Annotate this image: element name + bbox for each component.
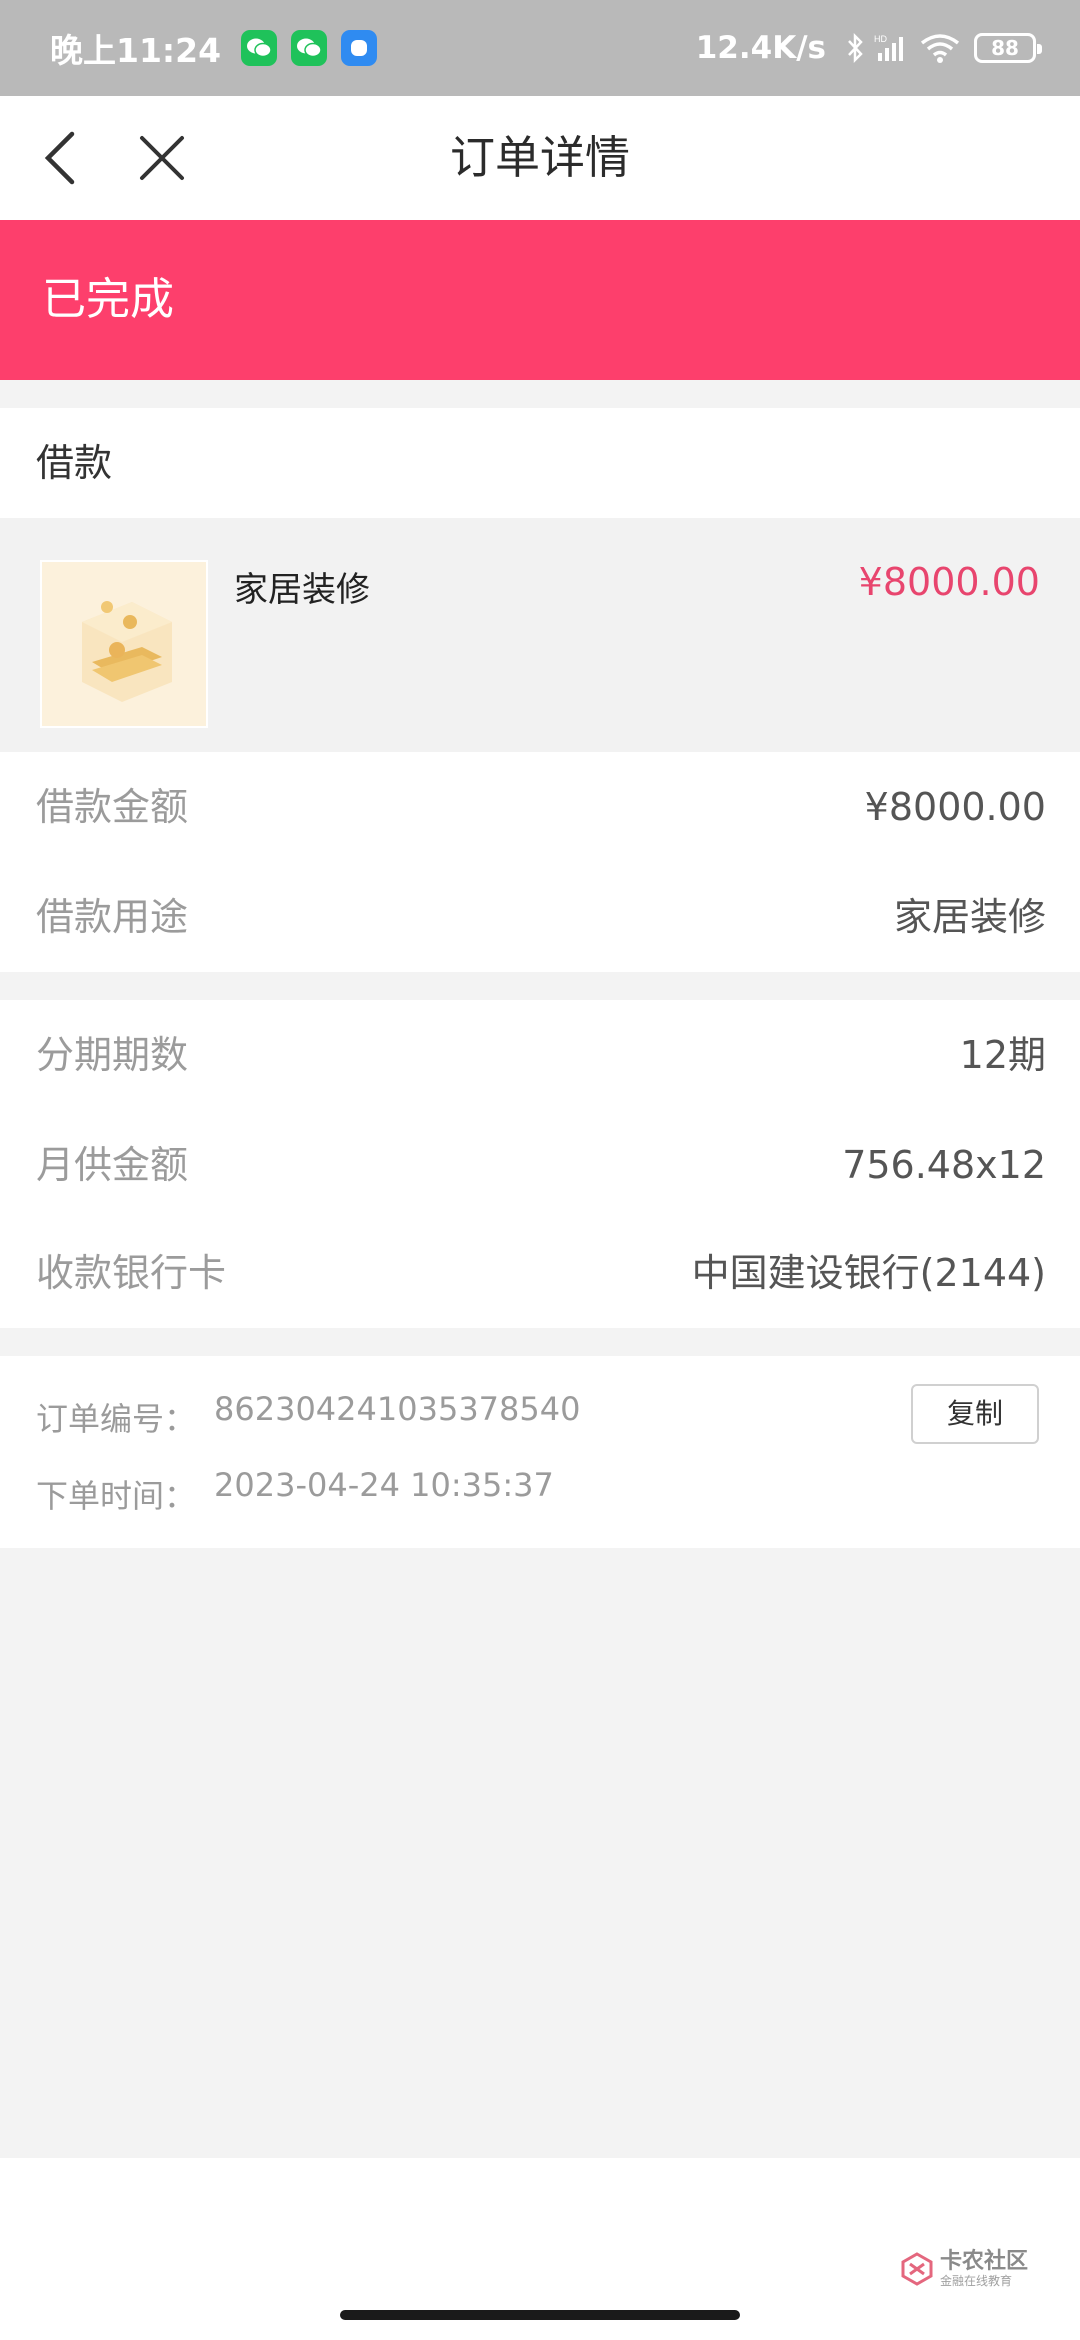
installment-periods-label: 分期期数 bbox=[36, 1033, 189, 1077]
signal-icon: HD bbox=[874, 33, 910, 63]
loan-section-title: 借款 bbox=[36, 441, 113, 485]
detail-row-monthly: 月供金额 756.48x12 bbox=[0, 1110, 1080, 1220]
loan-details-section: 借款金额 ¥8000.00 借款用途 家居装修 bbox=[0, 752, 1080, 972]
order-time-label: 下单时间： bbox=[36, 1477, 197, 1515]
order-status-text: 已完成 bbox=[42, 274, 174, 325]
detail-row-purpose: 借款用途 家居装修 bbox=[0, 862, 1080, 972]
status-bar: 晚上11:24 12.4K/s HD 88 bbox=[0, 0, 1080, 96]
svg-text:HD: HD bbox=[874, 34, 887, 44]
status-bar-right: 12.4K/s HD 88 bbox=[695, 30, 1042, 66]
copy-button[interactable]: 复制 bbox=[911, 1384, 1039, 1444]
monthly-payment-value: 756.48x12 bbox=[842, 1143, 1046, 1187]
detail-row-amount: 借款金额 ¥8000.00 bbox=[0, 752, 1080, 862]
loan-purpose-value: 家居装修 bbox=[893, 895, 1046, 939]
watermark-text: 卡农社区 金融在线教育 bbox=[940, 2249, 1029, 2289]
loan-product-card[interactable]: 家居装修 ¥8000.00 bbox=[0, 518, 1080, 752]
order-time-value: 2023-04-24 10:35:37 bbox=[214, 1466, 554, 1504]
home-indicator[interactable] bbox=[340, 2310, 740, 2320]
repayment-details-section: 分期期数 12期 月供金额 756.48x12 收款银行卡 中国建设银行(214… bbox=[0, 1000, 1080, 1328]
detail-row-bank: 收款银行卡 中国建设银行(2144) bbox=[0, 1218, 1080, 1328]
watermark-subtitle: 金融在线教育 bbox=[940, 2274, 1013, 2288]
kanong-logo-icon bbox=[901, 2252, 933, 2286]
product-thumbnail bbox=[40, 560, 208, 728]
product-name: 家居装修 bbox=[234, 570, 370, 610]
product-price: ¥8000.00 bbox=[858, 560, 1040, 604]
wechat-icon bbox=[241, 30, 278, 66]
monthly-payment-label: 月供金额 bbox=[36, 1143, 189, 1187]
loan-amount-label: 借款金额 bbox=[36, 785, 189, 829]
bank-card-label: 收款银行卡 bbox=[36, 1251, 227, 1295]
order-number-value: 862304241035378540 bbox=[214, 1390, 581, 1428]
back-arrow-icon[interactable] bbox=[34, 126, 98, 190]
network-speed: 12.4K/s bbox=[695, 30, 826, 66]
bank-card-value: 中国建设银行(2144) bbox=[691, 1251, 1046, 1295]
installment-periods-value: 12期 bbox=[959, 1033, 1046, 1077]
bluetooth-icon bbox=[846, 32, 864, 64]
wifi-icon bbox=[920, 33, 960, 63]
status-time: 晚上11:24 bbox=[50, 31, 222, 70]
detail-row-periods: 分期期数 12期 bbox=[0, 1000, 1080, 1110]
loan-purpose-label: 借款用途 bbox=[36, 895, 189, 939]
loan-section-header: 借款 bbox=[0, 408, 1080, 518]
wechat-icon bbox=[291, 30, 328, 66]
order-info-section: 订单编号： 862304241035378540 下单时间： 2023-04-2… bbox=[0, 1356, 1080, 1548]
loan-amount-value: ¥8000.00 bbox=[864, 785, 1046, 829]
nav-bar: 订单详情 bbox=[0, 96, 1080, 220]
status-banner: 已完成 bbox=[0, 220, 1080, 380]
battery-icon: 88 bbox=[974, 33, 1042, 63]
order-number-label: 订单编号： bbox=[36, 1400, 197, 1438]
watermark: 卡农社区 金融在线教育 bbox=[900, 2250, 1028, 2288]
message-app-icon bbox=[341, 30, 378, 66]
status-bar-left: 晚上11:24 bbox=[50, 24, 391, 72]
watermark-title: 卡农社区 bbox=[940, 2249, 1029, 2274]
close-icon[interactable] bbox=[130, 126, 194, 190]
